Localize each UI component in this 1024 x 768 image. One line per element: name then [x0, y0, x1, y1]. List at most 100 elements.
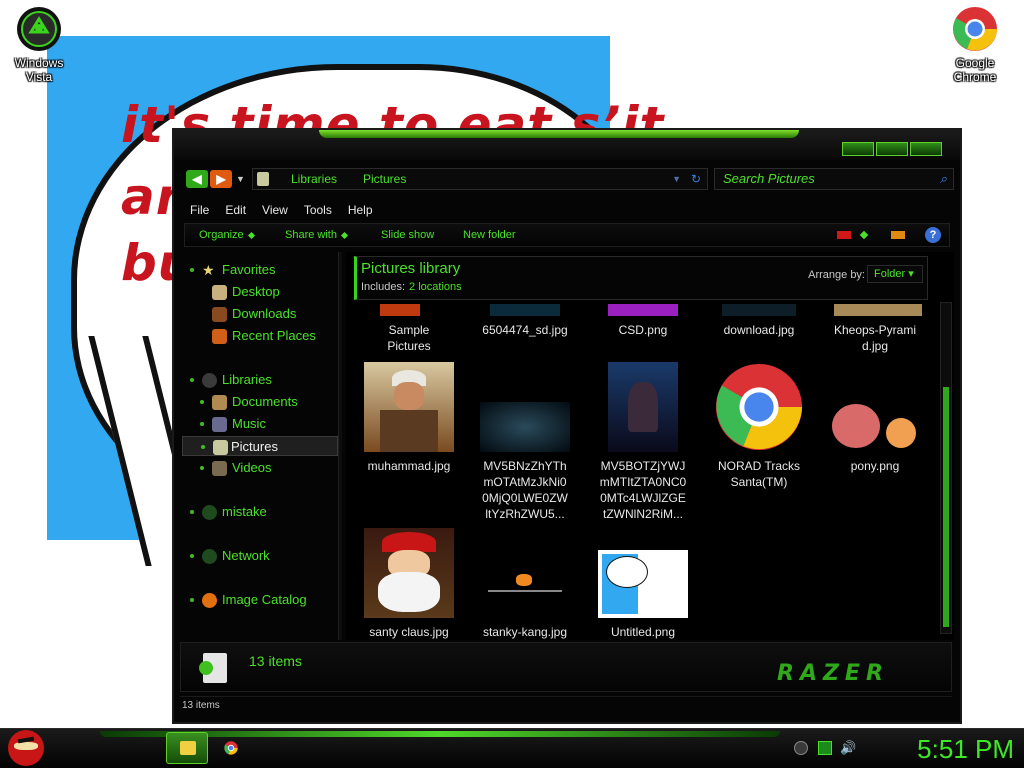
nav-libraries[interactable]: Libraries: [182, 370, 338, 390]
file-item[interactable]: Untitled.png: [584, 528, 702, 639]
back-button[interactable]: ◀: [186, 170, 208, 188]
nav-image-catalog[interactable]: Image Catalog: [182, 590, 338, 610]
nav-favorites[interactable]: ★ Favorites: [182, 260, 338, 280]
start-button-angry-bird-icon[interactable]: [8, 730, 44, 766]
file-label: Sample: [388, 323, 430, 337]
organize-label: Organize: [199, 229, 244, 241]
slide-show-button[interactable]: Slide show: [381, 224, 434, 246]
explorer-window: ◀ ▶ ▼ Libraries Pictures ▼ ↻ Search Pict…: [172, 128, 962, 724]
address-row: ◀ ▶ ▼ Libraries Pictures ▼ ↻ Search Pict…: [184, 168, 954, 190]
menu-file[interactable]: File: [182, 200, 217, 220]
file-item[interactable]: Sample Pictures: [350, 304, 468, 356]
breadcrumb-libraries[interactable]: Libraries: [291, 169, 337, 189]
search-icon[interactable]: ⌕: [940, 169, 947, 189]
file-item[interactable]: download.jpg: [700, 304, 818, 344]
file-label: MV5BNzZhYTh: [483, 459, 567, 473]
nav-downloads[interactable]: Downloads: [182, 304, 338, 324]
taskbar-clock[interactable]: 5:51 PM: [884, 734, 1014, 764]
new-folder-button[interactable]: New folder: [463, 224, 516, 246]
taskbar-chrome-button[interactable]: [210, 732, 252, 764]
menu-tools[interactable]: Tools: [296, 200, 340, 220]
arrange-by-value: Folder: [874, 268, 906, 280]
volume-icon[interactable]: 🔊: [840, 741, 856, 755]
downloads-icon: [212, 307, 227, 322]
help-icon[interactable]: ?: [925, 227, 941, 243]
pictures-folder-icon: [257, 172, 269, 186]
arrange-by-label: Arrange by:: [808, 269, 865, 281]
muhammad-thumbnail: [364, 362, 454, 452]
file-label: pony.png: [850, 459, 900, 473]
recent-places-icon: [212, 329, 227, 344]
sample-pictures-thumbnail: [380, 304, 420, 316]
file-item[interactable]: CSD.png: [584, 304, 702, 344]
file-item[interactable]: 6504474_sd.jpg: [466, 304, 584, 344]
organize-button[interactable]: Organize: [199, 224, 255, 246]
change-view-icon[interactable]: [837, 231, 851, 239]
file-label: Pictures: [387, 339, 431, 353]
address-dropdown-icon[interactable]: ▼: [672, 169, 681, 189]
file-label: ltYzRhZWU5...: [485, 507, 565, 521]
minimize-button[interactable]: [842, 142, 874, 156]
network-icon: [202, 549, 217, 564]
refresh-icon[interactable]: ↻: [691, 169, 701, 189]
menu-edit[interactable]: Edit: [217, 200, 254, 220]
stanky-kang-thumbnail: [480, 568, 570, 608]
breadcrumb-pictures[interactable]: Pictures: [363, 169, 406, 189]
file-item[interactable]: Kheops-Pyrami d.jpg: [816, 304, 934, 356]
file-item[interactable]: santy claus.jpg: [350, 528, 468, 639]
file-label: 6504474_sd.jpg: [482, 323, 568, 337]
pane-splitter[interactable]: [338, 252, 342, 640]
library-header: Pictures library Includes: 2 locations Ar…: [354, 256, 928, 300]
share-with-button[interactable]: Share with: [285, 224, 349, 246]
nav-documents[interactable]: Documents: [182, 392, 338, 412]
image-catalog-icon: [202, 593, 217, 608]
menu-view[interactable]: View: [254, 200, 296, 220]
nav-network[interactable]: Network: [182, 546, 338, 566]
nav-music[interactable]: Music: [182, 414, 338, 434]
taskbar-explorer-button[interactable]: [166, 732, 208, 764]
forward-button[interactable]: ▶: [210, 170, 232, 188]
arrange-by-dropdown[interactable]: Folder ▾: [867, 265, 923, 283]
file-item[interactable]: pony.png: [816, 362, 934, 478]
details-item-count: 13 items: [249, 653, 302, 669]
file-label: Santa(TM): [730, 475, 788, 489]
menu-help[interactable]: Help: [340, 200, 381, 220]
file-list: Pictures library Includes: 2 locations Ar…: [346, 252, 954, 640]
desktop: it's time to eat s’it an bu Windows Vist…: [0, 0, 1024, 768]
dropdown-dot-icon: [340, 231, 349, 239]
file-item[interactable]: MV5BNzZhYTh mOTAtMzJkNi0 0MjQ0LWE0ZW ltY…: [466, 362, 584, 526]
desktop-icon-label-line2: Vista: [25, 70, 53, 84]
nav-image-catalog-label: Image Catalog: [222, 592, 307, 607]
recent-pages-dropdown-icon[interactable]: ▼: [236, 174, 246, 184]
nav-pictures[interactable]: Pictures: [182, 436, 338, 456]
nav-mistake[interactable]: mistake: [182, 502, 338, 522]
file-label: download.jpg: [723, 323, 795, 337]
nav-libraries-label: Libraries: [222, 372, 272, 387]
search-input[interactable]: Search Pictures ⌕: [714, 168, 954, 190]
preview-pane-icon[interactable]: [891, 231, 905, 239]
untitled-thumbnail: [598, 550, 688, 618]
desktop-icon-label-line1: Google: [955, 56, 995, 70]
scrollbar-thumb[interactable]: [943, 387, 949, 627]
nav-desktop[interactable]: Desktop: [182, 282, 338, 302]
file-item[interactable]: NORAD Tracks Santa(TM): [700, 362, 818, 494]
file-item[interactable]: MV5BOTZjYWJ mMTItZTA0NC0 0MTc4LWJlZGE tZ…: [584, 362, 702, 526]
nav-recent-places[interactable]: Recent Places: [182, 326, 338, 346]
close-button[interactable]: [910, 142, 942, 156]
view-options-dot-icon[interactable]: [859, 230, 869, 240]
vertical-scrollbar[interactable]: [940, 302, 952, 634]
file-label: d.jpg: [861, 339, 889, 353]
nav-videos[interactable]: Videos: [182, 458, 338, 478]
desktop-icon-google-chrome[interactable]: Google Chrome: [940, 6, 1010, 84]
maximize-button[interactable]: [876, 142, 908, 156]
file-item[interactable]: muhammad.jpg: [350, 362, 468, 478]
file-item[interactable]: stanky-kang.jpg: [466, 528, 584, 639]
expand-bullet-icon: [200, 422, 204, 426]
includes-locations-link[interactable]: 2 locations: [409, 281, 462, 293]
address-bar[interactable]: Libraries Pictures ▼ ↻: [252, 168, 708, 190]
file-label: mOTAtMzJkNi0: [483, 475, 567, 489]
show-hidden-icons-icon[interactable]: [794, 741, 808, 755]
desktop-icon-windows-vista[interactable]: Windows Vista: [4, 6, 74, 84]
network-status-icon[interactable]: [818, 741, 832, 755]
expand-bullet-icon: [200, 466, 204, 470]
